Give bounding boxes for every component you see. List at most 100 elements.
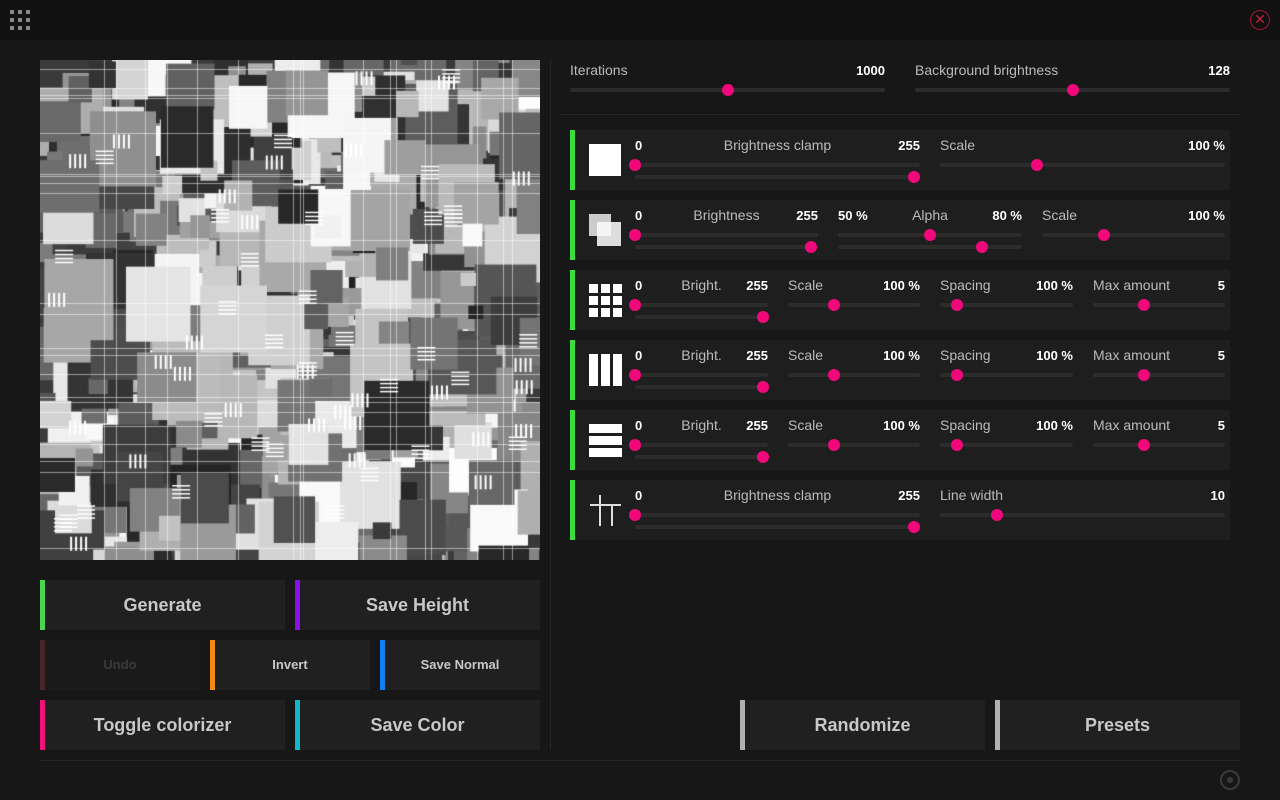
toggle-colorizer-button[interactable]: Toggle colorizer xyxy=(40,700,285,750)
toggle-colorizer-label: Toggle colorizer xyxy=(94,715,232,735)
slider-thumb[interactable] xyxy=(1138,369,1150,381)
slider-thumb[interactable] xyxy=(629,439,641,451)
generate-button[interactable]: Generate xyxy=(40,580,285,630)
vertical-bars-icon xyxy=(588,353,622,387)
slider-thumb[interactable] xyxy=(828,369,840,381)
slider-thumb[interactable] xyxy=(1098,229,1110,241)
layer-enabled-indicator[interactable] xyxy=(570,130,575,190)
slider[interactable] xyxy=(1093,373,1225,377)
close-icon[interactable]: ✕ xyxy=(1250,10,1270,30)
slider-value: 100 % xyxy=(883,348,920,363)
range-min-slider[interactable] xyxy=(635,513,920,517)
slider-thumb[interactable] xyxy=(951,369,963,381)
background-brightness-slider-group: Background brightness 128 xyxy=(915,62,1230,98)
range-slider-group: 0 Brightness 255 xyxy=(635,200,818,260)
slider[interactable] xyxy=(788,443,920,447)
layer-enabled-indicator[interactable] xyxy=(570,200,575,260)
slider-value: 100 % xyxy=(1188,208,1225,223)
save-normal-button[interactable]: Save Normal xyxy=(380,640,540,690)
range-slider-group: 0 Brightness clamp 255 xyxy=(635,480,920,540)
range-min-slider[interactable] xyxy=(635,303,768,307)
range-max-value: 255 xyxy=(746,278,768,293)
single-slider-group: Scale 100 % xyxy=(788,270,920,330)
slider-thumb[interactable] xyxy=(828,439,840,451)
slider[interactable] xyxy=(940,373,1073,377)
slider-thumb[interactable] xyxy=(924,229,936,241)
single-slider-group: Scale 100 % xyxy=(940,130,1225,190)
dot-grid-icon xyxy=(588,283,622,317)
slider-thumb[interactable] xyxy=(828,299,840,311)
slider-thumb[interactable] xyxy=(629,369,641,381)
range-min-slider[interactable] xyxy=(635,163,920,167)
undo-label: Undo xyxy=(103,657,136,672)
slider-label: Max amount xyxy=(1093,277,1170,293)
range-max-slider[interactable] xyxy=(838,245,1022,249)
slider-thumb[interactable] xyxy=(629,159,641,171)
randomize-button[interactable]: Randomize xyxy=(740,700,985,750)
slider-thumb[interactable] xyxy=(1138,299,1150,311)
single-slider-group: Spacing 100 % xyxy=(940,340,1073,400)
slider[interactable] xyxy=(940,443,1073,447)
slider[interactable] xyxy=(1042,233,1225,237)
range-max-slider[interactable] xyxy=(635,245,818,249)
slider[interactable] xyxy=(788,373,920,377)
slider-thumb[interactable] xyxy=(805,241,817,253)
save-color-button[interactable]: Save Color xyxy=(295,700,540,750)
slider-thumb[interactable] xyxy=(908,521,920,533)
layer-enabled-indicator[interactable] xyxy=(570,410,575,470)
slider-thumb[interactable] xyxy=(1031,159,1043,171)
range-min-slider[interactable] xyxy=(635,373,768,377)
slider-thumb[interactable] xyxy=(629,299,641,311)
slider-label: Scale xyxy=(788,417,823,433)
range-max-slider[interactable] xyxy=(635,455,768,459)
slider-thumb[interactable] xyxy=(908,171,920,183)
layer-enabled-indicator[interactable] xyxy=(570,480,575,540)
range-slider-group: 0 Bright. 255 xyxy=(635,410,768,470)
slider-thumb[interactable] xyxy=(1067,84,1079,96)
slider-thumb[interactable] xyxy=(629,509,641,521)
save-height-label: Save Height xyxy=(366,595,469,615)
slider[interactable] xyxy=(940,513,1225,517)
slider-thumb[interactable] xyxy=(757,451,769,463)
slider-thumb[interactable] xyxy=(757,381,769,393)
slider[interactable] xyxy=(940,163,1225,167)
slider-thumb[interactable] xyxy=(951,439,963,451)
single-slider-group: Max amount 5 xyxy=(1093,410,1225,470)
slider-thumb[interactable] xyxy=(722,84,734,96)
save-normal-label: Save Normal xyxy=(421,657,500,672)
slider-thumb[interactable] xyxy=(629,229,641,241)
layer-enabled-indicator[interactable] xyxy=(570,270,575,330)
slider[interactable] xyxy=(1093,443,1225,447)
layer-row: 0 Bright. 255 Scale 100 % Spacing 100 % … xyxy=(570,340,1230,400)
grid-menu-icon[interactable] xyxy=(10,10,30,30)
target-icon[interactable] xyxy=(1220,770,1240,790)
layer-enabled-indicator[interactable] xyxy=(570,340,575,400)
range-min-slider[interactable] xyxy=(635,443,768,447)
slider-value: 100 % xyxy=(883,278,920,293)
range-min-slider[interactable] xyxy=(635,233,818,237)
slider-label: Scale xyxy=(940,137,975,153)
undo-button[interactable]: Undo xyxy=(40,640,200,690)
slider-thumb[interactable] xyxy=(1138,439,1150,451)
layer-row: 0 Brightness clamp 255 Line width 10 xyxy=(570,480,1230,540)
slider-thumb[interactable] xyxy=(951,299,963,311)
presets-button[interactable]: Presets xyxy=(995,700,1240,750)
slider-thumb[interactable] xyxy=(991,509,1003,521)
slider[interactable] xyxy=(940,303,1073,307)
background-brightness-slider[interactable] xyxy=(915,88,1230,92)
slider[interactable] xyxy=(1093,303,1225,307)
slider[interactable] xyxy=(788,303,920,307)
invert-button[interactable]: Invert xyxy=(210,640,370,690)
range-max-slider[interactable] xyxy=(635,525,920,529)
single-slider-group: Max amount 5 xyxy=(1093,270,1225,330)
slider-thumb[interactable] xyxy=(757,311,769,323)
slider-thumb[interactable] xyxy=(976,241,988,253)
range-max-slider[interactable] xyxy=(635,175,920,179)
background-brightness-label: Background brightness xyxy=(915,62,1058,78)
range-max-slider[interactable] xyxy=(635,385,768,389)
iterations-slider[interactable] xyxy=(570,88,885,92)
presets-label: Presets xyxy=(1085,715,1150,735)
range-min-slider[interactable] xyxy=(838,233,1022,237)
range-max-slider[interactable] xyxy=(635,315,768,319)
save-height-button[interactable]: Save Height xyxy=(295,580,540,630)
